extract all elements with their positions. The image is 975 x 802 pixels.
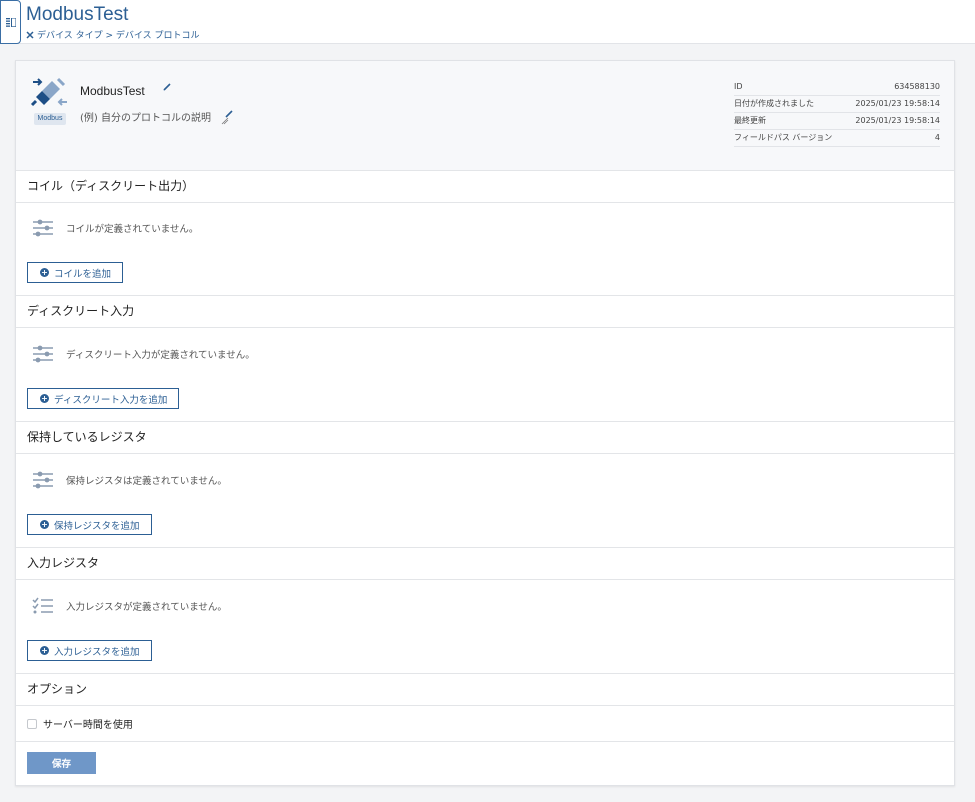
coils-empty-state: コイルが定義されていません。 [32, 219, 198, 237]
edit-description-icon[interactable] [221, 109, 233, 125]
server-time-label[interactable]: サーバー時間を使用 [43, 716, 133, 731]
add-input-register-button[interactable]: + 入力レジスタを追加 [27, 640, 152, 661]
edit-name-icon[interactable] [162, 82, 172, 92]
logo-label: Modbus [34, 113, 66, 125]
button-label: ディスクリート入力を追加 [54, 394, 168, 406]
meta-row-created: 日付が作成されました 2025/01/23 19:58:14 [734, 96, 940, 113]
section-title-discrete-inputs: ディスクリート入力 [16, 296, 954, 328]
divider [16, 741, 954, 742]
section-title-input-registers: 入力レジスタ [16, 548, 954, 580]
menu-toggle-button[interactable] [0, 0, 21, 44]
sliders-icon [33, 345, 53, 363]
discrete-inputs-empty-state: ディスクリート入力が定義されていません。 [32, 345, 255, 363]
meta-row-updated: 最終更新 2025/01/23 19:58:14 [734, 113, 940, 130]
meta-row-id: ID 634588130 [734, 79, 940, 96]
checklist-icon [32, 597, 53, 614]
holding-registers-empty-state: 保持レジスタは定義されていません。 [32, 471, 227, 489]
empty-message: 入力レジスタが定義されていません。 [66, 602, 227, 613]
plus-circle-icon: + [40, 520, 49, 529]
meta-label: 最終更新 [734, 116, 766, 125]
breadcrumb[interactable]: デバイス タイプ > デバイス プロトコル [26, 28, 199, 41]
section-title-holding-registers: 保持しているレジスタ [16, 422, 954, 454]
protocol-meta: ID 634588130 日付が作成されました 2025/01/23 19:58… [734, 79, 940, 147]
button-label: 保持レジスタを追加 [54, 520, 140, 532]
plus-circle-icon: + [40, 646, 49, 655]
button-label: 入力レジスタを追加 [54, 646, 140, 658]
empty-message: 保持レジスタは定義されていません。 [66, 476, 227, 487]
meta-label: 日付が作成されました [734, 99, 814, 108]
empty-message: コイルが定義されていません。 [66, 224, 199, 235]
add-holding-register-button[interactable]: + 保持レジスタを追加 [27, 514, 152, 535]
meta-value: 2025/01/23 19:58:14 [855, 116, 940, 125]
meta-value: 634588130 [894, 82, 940, 91]
add-coil-button[interactable]: + コイルを追加 [27, 262, 124, 283]
plus-circle-icon: + [40, 268, 49, 277]
server-time-checkbox[interactable] [27, 718, 37, 729]
meta-label: フィールドパス バージョン [734, 133, 833, 142]
meta-label: ID [734, 82, 743, 91]
plus-circle-icon: + [40, 394, 49, 403]
empty-message: ディスクリート入力が定義されていません。 [66, 350, 255, 361]
section-title-options: オプション [16, 674, 954, 706]
server-time-option[interactable]: サーバー時間を使用 [27, 716, 133, 731]
meta-value: 4 [934, 133, 940, 142]
section-title-coils: コイル（ディスクリート出力） [16, 171, 954, 203]
protocol-icon [26, 30, 34, 39]
sliders-icon [33, 219, 53, 237]
meta-row-version: フィールドパス バージョン 4 [734, 130, 940, 147]
add-discrete-input-button[interactable]: + ディスクリート入力を追加 [27, 388, 180, 409]
protocol-header: Modbus ModbusTest (例) 自分のプロトコルの説明 ID 634… [16, 61, 954, 171]
button-label: コイルを追加 [54, 268, 112, 280]
breadcrumb-text[interactable]: デバイス タイプ > デバイス プロトコル [37, 28, 199, 41]
input-registers-empty-state: 入力レジスタが定義されていません。 [32, 597, 227, 615]
top-bar: ModbusTest デバイス タイプ > デバイス プロトコル [0, 0, 975, 44]
protocol-description: (例) 自分のプロトコルの説明 [80, 113, 211, 124]
sliders-icon [33, 471, 53, 489]
page-title: ModbusTest [26, 4, 129, 25]
save-button[interactable]: 保存 [27, 752, 96, 774]
protocol-card: Modbus ModbusTest (例) 自分のプロトコルの説明 ID 634… [15, 60, 955, 786]
menu-icon [5, 17, 16, 27]
meta-value: 2025/01/23 19:58:14 [855, 99, 940, 108]
protocol-name: ModbusTest [80, 84, 145, 98]
